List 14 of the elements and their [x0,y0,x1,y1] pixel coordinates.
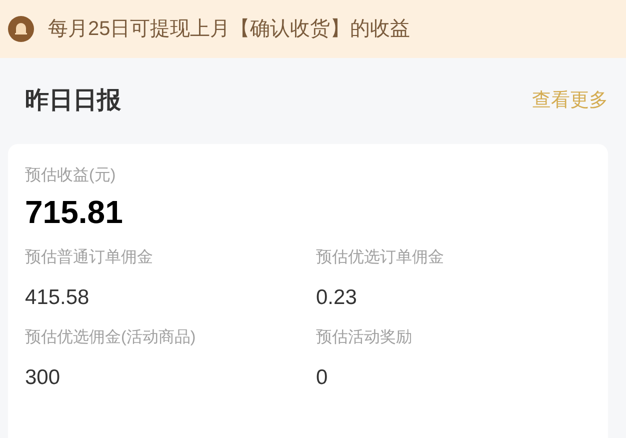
metric-value: 0 [316,365,329,391]
metric-value: 0.23 [316,285,358,311]
bell-icon [8,16,34,42]
metric-label: 预估活动奖励 [316,328,413,348]
metric-label: 预估优选订单佣金 [316,248,445,268]
view-more-link[interactable]: 查看更多 [532,86,608,116]
notice-text: 每月25日可提现上月【确认收货】的收益 [48,17,410,42]
metric-label: 预估收益(元) [25,166,117,186]
metric-value: 415.58 [25,285,90,311]
section-title: 昨日日报 [25,86,121,116]
total-value: 715.81 [25,193,124,232]
metric-value: 300 [25,365,62,391]
metric-label: 预估普通订单佣金 [25,247,154,268]
metric-label: 预估优选佣金(活动商品) [25,328,197,348]
